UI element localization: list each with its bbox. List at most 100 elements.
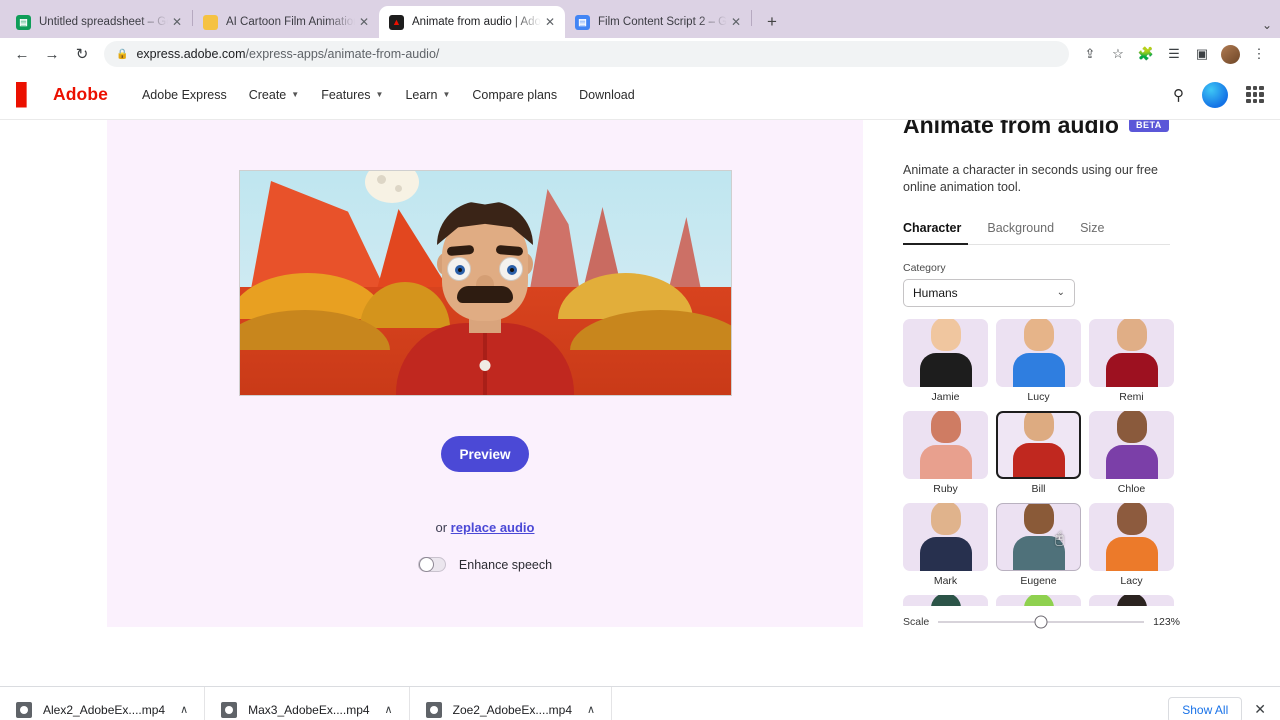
download-item-0[interactable]: Alex2_AdobeEx....mp4 ∧ bbox=[0, 686, 206, 720]
video-preview[interactable] bbox=[238, 170, 732, 396]
address-bar[interactable]: 🔒 express.adobe.com/express-apps/animate… bbox=[104, 41, 1069, 67]
scale-slider[interactable] bbox=[938, 615, 1145, 629]
url-path: /express-apps/animate-from-audio/ bbox=[245, 47, 440, 61]
sheets-icon: ▤ bbox=[16, 14, 31, 30]
chevron-down-icon: ▼ bbox=[375, 90, 384, 99]
lock-icon: 🔒 bbox=[116, 48, 129, 60]
chevron-up-icon[interactable]: ∧ bbox=[385, 703, 393, 716]
browser-tab-2[interactable]: ▲ Animate from audio | Adobe Ex ✕ bbox=[379, 6, 565, 38]
character-option-10[interactable] bbox=[903, 594, 988, 606]
character-option-chloe[interactable]: Chloe bbox=[1089, 410, 1174, 495]
category-value: Humans bbox=[913, 285, 958, 300]
side-panel-icon[interactable]: ▣ bbox=[1189, 41, 1215, 67]
status-badge: BETA bbox=[1128, 120, 1169, 132]
tab-close-icon[interactable]: ✕ bbox=[168, 13, 186, 31]
avatar bbox=[1106, 594, 1158, 606]
tab-close-icon[interactable]: ✕ bbox=[355, 13, 373, 31]
avatar bbox=[1012, 412, 1065, 477]
character-option-lacy[interactable]: Lacy bbox=[1089, 502, 1174, 587]
browser-tab-3[interactable]: ▤ Film Content Script 2 – Google ✕ bbox=[565, 6, 751, 38]
scale-slider-knob[interactable] bbox=[1034, 615, 1048, 629]
scale-control: Scale 123% bbox=[903, 615, 1180, 629]
avatar bbox=[1105, 318, 1158, 387]
tab-title: Untitled spreadsheet – Google bbox=[39, 16, 168, 28]
search-icon[interactable]: ⚲ bbox=[1173, 86, 1184, 104]
character-thumbnail bbox=[996, 410, 1081, 479]
show-all-button[interactable]: Show All bbox=[1168, 696, 1243, 720]
nav-item-create[interactable]: Create ▼ bbox=[249, 88, 299, 102]
back-button[interactable]: ← bbox=[8, 40, 36, 68]
character-option-jamie[interactable]: Jamie bbox=[903, 318, 988, 403]
tab-close-icon[interactable]: ✕ bbox=[727, 13, 745, 31]
avatar bbox=[1012, 318, 1065, 387]
enhance-speech-toggle[interactable] bbox=[417, 557, 446, 572]
nav-label: Compare plans bbox=[472, 87, 558, 102]
tab-close-icon[interactable]: ✕ bbox=[541, 13, 559, 31]
tab-background[interactable]: Background bbox=[987, 221, 1054, 235]
toggle-knob bbox=[418, 557, 434, 572]
chevron-up-icon[interactable]: ∧ bbox=[587, 703, 595, 716]
browser-toolbar: ← → ↻ 🔒 express.adobe.com/express-apps/a… bbox=[0, 38, 1280, 70]
tab-size[interactable]: Size bbox=[1080, 221, 1104, 235]
nav-item-features[interactable]: Features ▼ bbox=[321, 88, 383, 102]
character-option-bill[interactable]: Bill bbox=[996, 410, 1081, 495]
forward-button[interactable]: → bbox=[38, 40, 66, 68]
reading-list-icon[interactable]: ☰ bbox=[1161, 41, 1187, 67]
chevron-up-icon[interactable]: ∧ bbox=[180, 703, 188, 716]
replace-audio-link[interactable]: replace audio bbox=[451, 520, 535, 535]
reload-button[interactable]: ↻ bbox=[68, 40, 96, 68]
adobe-logo[interactable]: Adobe bbox=[16, 81, 108, 108]
nav-item-compare-plans[interactable]: Compare plans bbox=[472, 88, 557, 102]
browser-tab-1[interactable]: AI Cartoon Film Animation – Go ✕ bbox=[193, 6, 379, 38]
bookmark-star-icon[interactable]: ☆ bbox=[1105, 41, 1131, 67]
avatar[interactable] bbox=[1202, 81, 1228, 108]
download-item-1[interactable]: Max3_AdobeEx....mp4 ∧ bbox=[205, 686, 410, 720]
window-controls: ⌄ bbox=[1262, 18, 1272, 32]
character-grid-container[interactable]: Jamie Lucy Remi Ruby Bill Chloe Mark 🖰 E… bbox=[903, 318, 1180, 606]
video-file-icon bbox=[425, 701, 442, 718]
chrome-menu-icon[interactable]: ⋮ bbox=[1246, 41, 1272, 67]
app-grid-icon[interactable] bbox=[1246, 85, 1264, 104]
character-option-lucy[interactable]: Lucy bbox=[996, 318, 1081, 403]
character-option-12[interactable] bbox=[1089, 594, 1174, 606]
category-select[interactable]: Humans ⌄ bbox=[903, 278, 1075, 307]
avatar bbox=[1105, 410, 1158, 479]
preview-button[interactable]: Preview bbox=[441, 436, 529, 472]
download-filename: Alex2_AdobeEx....mp4 bbox=[43, 702, 166, 717]
character-thumbnail: 🖰 bbox=[996, 502, 1081, 571]
browser-tab-0[interactable]: ▤ Untitled spreadsheet – Google ✕ bbox=[6, 6, 192, 38]
extensions-icon[interactable]: 🧩 bbox=[1133, 41, 1159, 67]
share-icon[interactable]: ⇪ bbox=[1077, 41, 1103, 67]
scale-value: 123% bbox=[1153, 615, 1180, 628]
character-thumbnail bbox=[1089, 502, 1174, 571]
enhance-speech-row[interactable]: Enhance speech bbox=[417, 557, 552, 572]
tab-divider bbox=[751, 10, 752, 26]
download-shelf-actions: Show All ✕ bbox=[1168, 696, 1280, 720]
avatar bbox=[919, 502, 972, 571]
nav-label: Features bbox=[321, 87, 371, 102]
nav-item-download[interactable]: Download bbox=[579, 88, 635, 102]
profile-avatar[interactable] bbox=[1221, 44, 1240, 64]
replace-audio-row: or replace audio bbox=[436, 520, 535, 535]
character-option-remi[interactable]: Remi bbox=[1089, 318, 1174, 403]
close-icon[interactable]: ✕ bbox=[1254, 701, 1266, 718]
tab-title: Animate from audio | Adobe Ex bbox=[412, 16, 541, 28]
character-thumbnail bbox=[903, 410, 988, 479]
nav-item-learn[interactable]: Learn ▼ bbox=[405, 88, 450, 102]
character-name: Lacy bbox=[1120, 574, 1143, 587]
character-option-11[interactable] bbox=[996, 594, 1081, 606]
download-item-2[interactable]: Zoe2_AdobeEx....mp4 ∧ bbox=[410, 686, 613, 720]
character-option-ruby[interactable]: Ruby bbox=[903, 410, 988, 495]
adobe-header-actions: ⚲ bbox=[1173, 81, 1264, 108]
new-tab-button[interactable]: + bbox=[758, 8, 786, 36]
main-column: Preview or replace audio Enhance speech bbox=[0, 120, 888, 686]
nav-item-adobe-express[interactable]: Adobe Express bbox=[142, 88, 227, 102]
character-option-eugene[interactable]: 🖰 Eugene bbox=[996, 502, 1081, 587]
video-file-icon bbox=[16, 701, 32, 718]
tab-character[interactable]: Character bbox=[903, 221, 961, 235]
chevron-down-icon[interactable]: ⌄ bbox=[1262, 18, 1272, 32]
chevron-down-icon: ▼ bbox=[442, 90, 451, 99]
character-option-mark[interactable]: Mark bbox=[903, 502, 988, 587]
character-name: Mark bbox=[933, 574, 958, 587]
category-label: Category bbox=[903, 261, 946, 274]
